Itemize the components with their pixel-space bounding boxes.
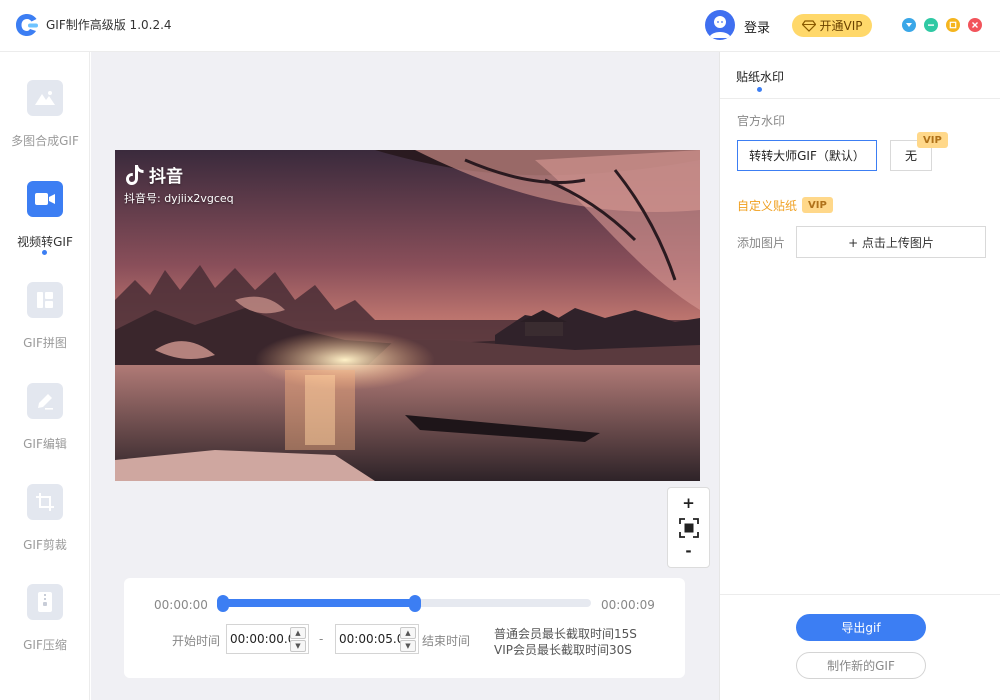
tab-sticker-watermark[interactable]: 贴纸水印 bbox=[736, 68, 784, 85]
active-tab-indicator bbox=[757, 87, 762, 92]
zoom-out-button[interactable]: - bbox=[668, 542, 709, 560]
divider bbox=[720, 98, 1000, 99]
sidebar-item-multi-image-gif[interactable]: 多图合成GIF bbox=[0, 80, 90, 170]
user-avatar[interactable] bbox=[705, 10, 735, 40]
pencil-icon bbox=[38, 394, 53, 410]
user-icon bbox=[709, 16, 731, 38]
sidebar-item-label: GIF编辑 bbox=[23, 437, 67, 451]
range-separator: - bbox=[319, 632, 324, 646]
export-gif-button[interactable]: 导出gif bbox=[796, 614, 926, 641]
active-indicator bbox=[42, 250, 47, 255]
end-time-field[interactable]: ▲ ▼ bbox=[335, 624, 419, 654]
minimize-icon bbox=[928, 24, 934, 26]
vip-limit-note: VIP会员最长截取时间30S bbox=[494, 643, 632, 657]
end-time-spinner[interactable]: ▲ ▼ bbox=[400, 627, 416, 652]
image-stack-icon bbox=[35, 91, 55, 105]
end-time-label: 结束时间 bbox=[422, 634, 471, 648]
app-title: GIF制作高级版 1.0.2.4 bbox=[46, 18, 172, 32]
range-start-handle[interactable] bbox=[217, 595, 229, 612]
menu-button[interactable] bbox=[902, 18, 916, 32]
member-limit-note: 普通会员最长截取时间15S bbox=[494, 627, 637, 641]
workspace: 抖音 抖音号: dyjiix2vgceq + - 00:00:00 00:00:… bbox=[91, 52, 719, 700]
sidebar-item-gif-crop[interactable]: GIF剪裁 bbox=[0, 484, 90, 574]
sidebar-item-label: GIF压缩 bbox=[23, 638, 67, 652]
zoom-in-button[interactable]: + bbox=[668, 494, 709, 512]
end-time-input[interactable] bbox=[339, 626, 401, 652]
custom-vip-badge: VIP bbox=[802, 197, 833, 213]
start-time-field[interactable]: ▲ ▼ bbox=[226, 624, 309, 654]
vip-button-label: 开通VIP bbox=[819, 19, 863, 33]
upload-image-button[interactable]: + 点击上传图片 bbox=[796, 226, 986, 258]
collage-icon bbox=[37, 292, 53, 308]
chevron-up-icon[interactable]: ▲ bbox=[400, 627, 416, 639]
open-vip-button[interactable]: 开通VIP bbox=[792, 14, 872, 37]
app-logo-icon bbox=[16, 14, 38, 36]
watermark-brand: 抖音 bbox=[149, 167, 183, 187]
sidebar-item-gif-compress[interactable]: GIF压缩 bbox=[0, 584, 90, 674]
selected-range bbox=[217, 599, 416, 607]
sidebar: 多图合成GIF 视频转GIF GIF拼图 GIF编辑 GIF剪裁 GIF压缩 bbox=[0, 52, 90, 700]
sidebar-item-gif-edit[interactable]: GIF编辑 bbox=[0, 383, 90, 473]
divider bbox=[720, 594, 1000, 595]
sidebar-item-video-to-gif[interactable]: 视频转GIF bbox=[0, 181, 90, 271]
close-icon bbox=[972, 22, 978, 28]
close-button[interactable] bbox=[968, 18, 982, 32]
video-preview: 抖音 抖音号: dyjiix2vgceq bbox=[115, 150, 700, 481]
crop-icon bbox=[36, 493, 54, 511]
chevron-down-icon[interactable]: ▼ bbox=[400, 640, 416, 652]
vip-badge: VIP bbox=[917, 132, 948, 148]
add-image-label: 添加图片 bbox=[737, 236, 786, 250]
time-range-slider[interactable] bbox=[217, 595, 591, 612]
timeline-panel: 00:00:00 00:00:09 开始时间 ▲ ▼ - ▲ ▼ 结束时间 普通… bbox=[124, 578, 685, 678]
title-bar: GIF制作高级版 1.0.2.4 登录 开通VIP bbox=[0, 0, 1000, 52]
minimize-button[interactable] bbox=[924, 18, 938, 32]
fit-screen-icon[interactable] bbox=[679, 518, 699, 538]
menu-icon bbox=[906, 23, 912, 27]
watermark-option-default[interactable]: 转转大师GIF（默认） bbox=[737, 140, 877, 171]
sidebar-item-gif-collage[interactable]: GIF拼图 bbox=[0, 282, 90, 372]
official-watermark-title: 官方水印 bbox=[737, 114, 786, 128]
zip-icon bbox=[38, 592, 52, 612]
sidebar-item-label: GIF拼图 bbox=[23, 336, 67, 350]
settings-panel: 贴纸水印 官方水印 转转大师GIF（默认） 无 VIP 自定义贴纸 VIP 添加… bbox=[719, 52, 1000, 700]
start-time-input[interactable] bbox=[230, 626, 292, 652]
start-time-label: 开始时间 bbox=[172, 634, 221, 648]
tiktok-watermark: 抖音 bbox=[125, 162, 183, 187]
timeline-end-time: 00:00:09 bbox=[601, 598, 655, 612]
timeline-start-time: 00:00:00 bbox=[154, 598, 208, 612]
maximize-icon bbox=[949, 21, 957, 29]
tiktok-icon bbox=[126, 164, 144, 185]
watermark-id: 抖音号: dyjiix2vgceq bbox=[124, 192, 234, 205]
zoom-controls: + - bbox=[667, 487, 710, 568]
sidebar-item-label: 多图合成GIF bbox=[11, 134, 79, 148]
start-time-spinner[interactable]: ▲ ▼ bbox=[290, 627, 306, 652]
diamond-icon bbox=[801, 19, 816, 32]
sidebar-item-label: 视频转GIF bbox=[17, 235, 73, 249]
chevron-up-icon[interactable]: ▲ bbox=[290, 627, 306, 639]
range-end-handle[interactable] bbox=[409, 595, 422, 612]
chevron-down-icon[interactable]: ▼ bbox=[290, 640, 306, 652]
login-link[interactable]: 登录 bbox=[744, 17, 770, 36]
sidebar-item-label: GIF剪裁 bbox=[23, 538, 67, 552]
custom-sticker-title: 自定义贴纸 bbox=[737, 199, 798, 213]
create-new-gif-button[interactable]: 制作新的GIF bbox=[796, 652, 926, 679]
maximize-button[interactable] bbox=[946, 18, 960, 32]
video-camera-icon bbox=[35, 193, 55, 205]
